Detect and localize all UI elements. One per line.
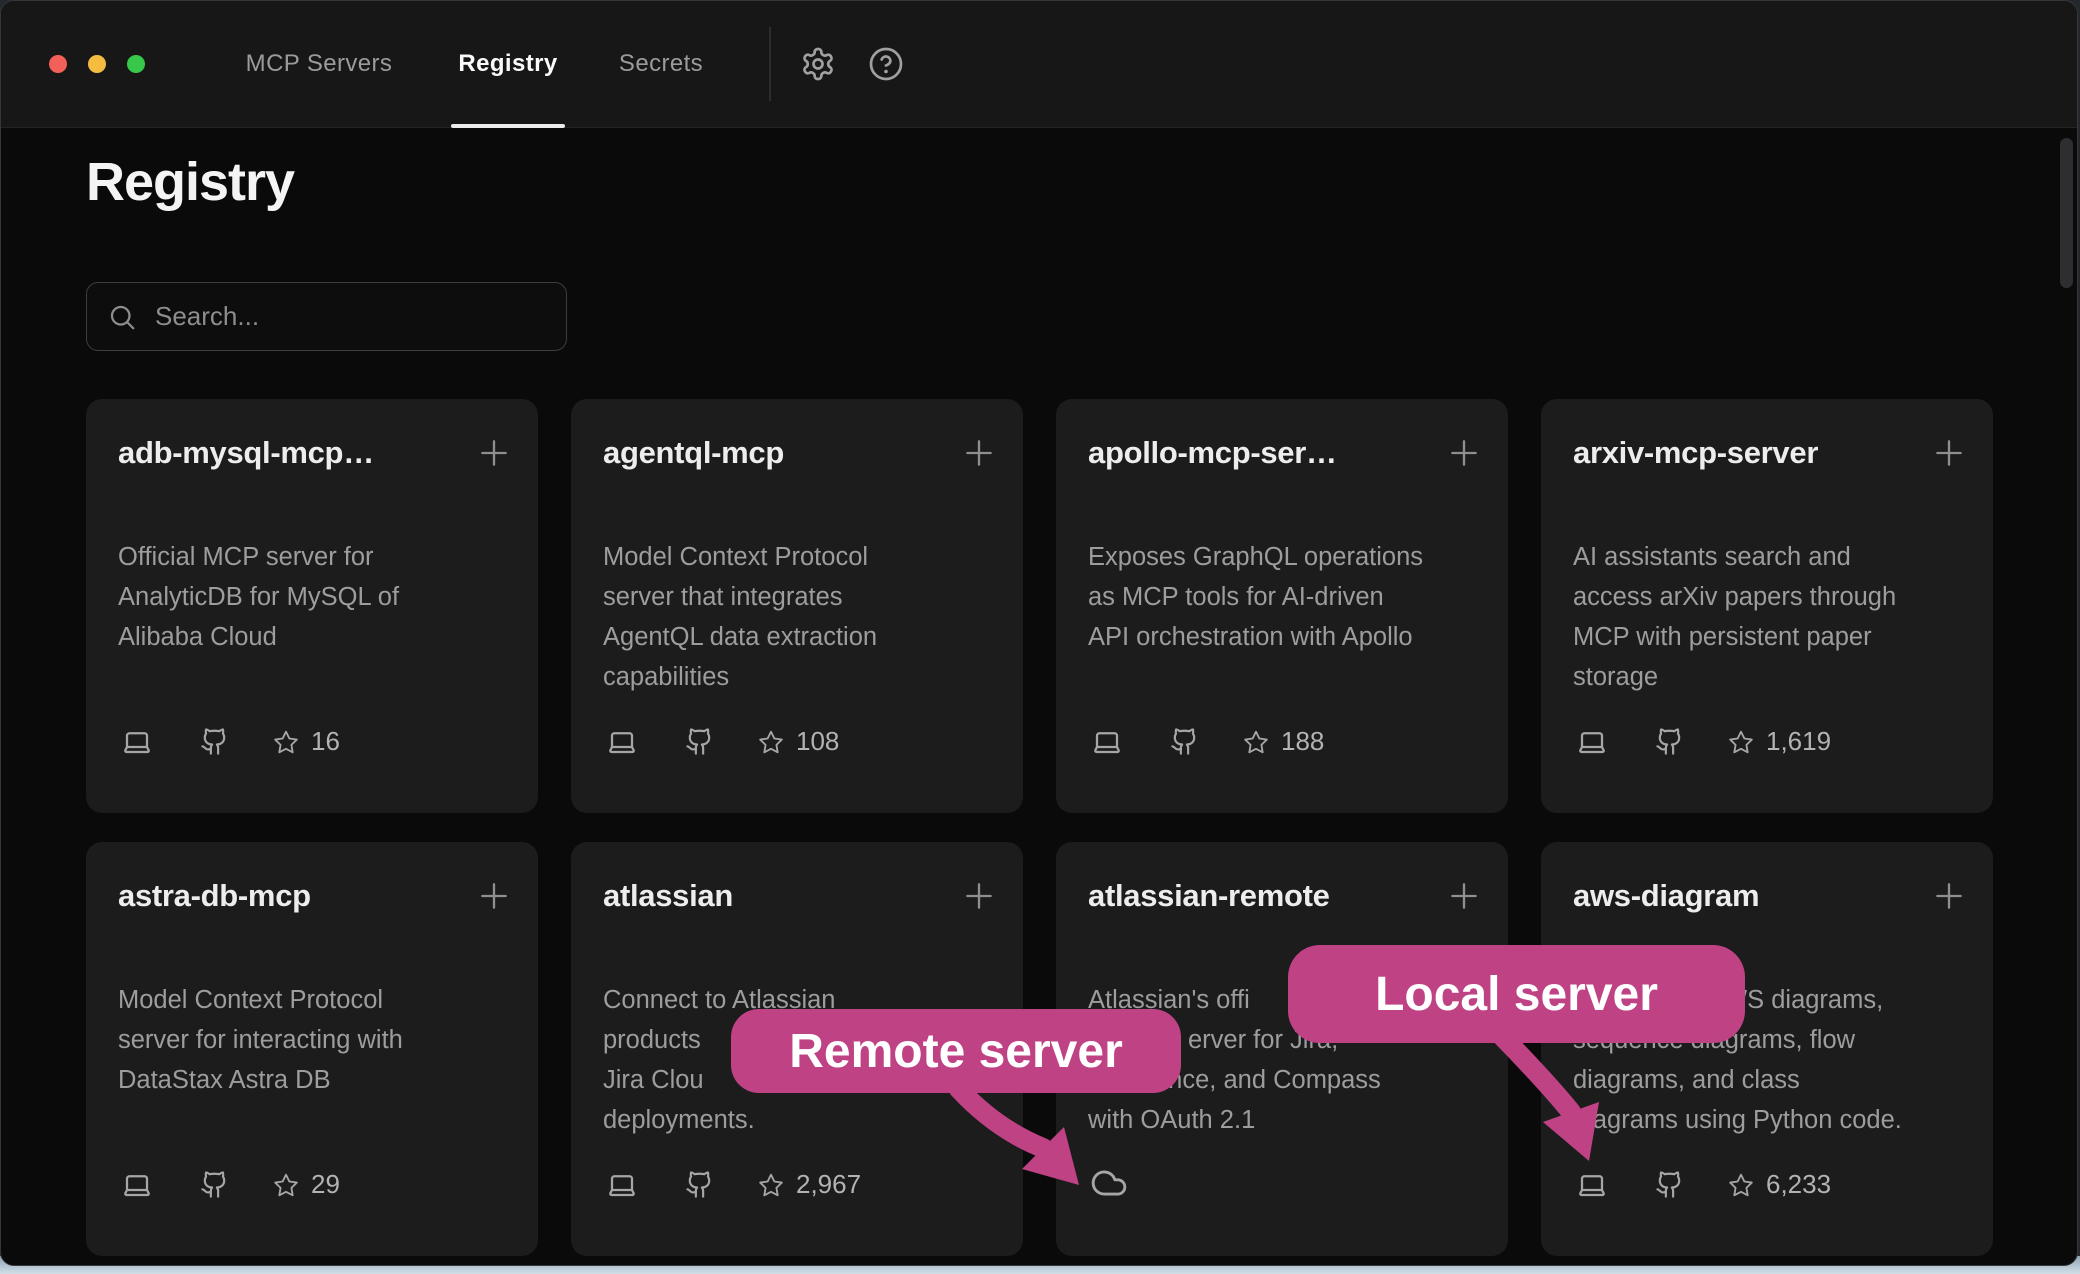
server-card-astra-db-mcp[interactable]: astra-db-mcp Model Context Protocolserve… [86, 842, 538, 1256]
plus-icon [1929, 433, 1969, 473]
plus-icon [474, 876, 514, 916]
gear-icon [800, 46, 836, 82]
star-count: 188 [1281, 726, 1324, 757]
github-icon[interactable] [200, 1170, 229, 1199]
server-name: apollo-mcp-ser… [1088, 435, 1337, 471]
help-button[interactable] [868, 46, 904, 82]
laptop-icon [1577, 727, 1607, 757]
plus-icon [1444, 433, 1484, 473]
cloud-icon [1090, 1164, 1128, 1202]
search-box[interactable] [86, 282, 567, 351]
traffic-light-zoom[interactable] [127, 55, 145, 73]
laptop-icon [1092, 727, 1122, 757]
star-icon [273, 1172, 299, 1198]
server-description: Model Context Protocolserver for interac… [118, 980, 510, 1100]
titlebar: MCP Servers Registry Secrets [1, 1, 2077, 128]
star-icon [1243, 729, 1269, 755]
server-name: aws-diagram [1573, 878, 1759, 914]
plus-icon [474, 433, 514, 473]
server-description: Model Context Protocolserver that integr… [603, 537, 995, 697]
help-icon [868, 46, 904, 82]
server-description: Official MCP server forAnalyticDB for My… [118, 537, 510, 657]
star-count: 6,233 [1766, 1169, 1831, 1200]
server-description: AI assistants search andaccess arXiv pap… [1573, 537, 1965, 697]
server-name: astra-db-mcp [118, 878, 311, 914]
plus-icon [1444, 876, 1484, 916]
add-server-button[interactable] [1929, 876, 1969, 916]
laptop-icon [1577, 1170, 1607, 1200]
active-tab-underline [451, 124, 565, 128]
server-card-aws-diagram[interactable]: aws-diagram AWS diagrams, sequence diagr… [1541, 842, 1993, 1256]
star-count: 16 [311, 726, 340, 757]
server-card-apollo-mcp-server[interactable]: apollo-mcp-ser… Exposes GraphQL operatio… [1056, 399, 1508, 813]
add-server-button[interactable] [1929, 433, 1969, 473]
server-meta: 1,619 [1577, 726, 1831, 757]
github-icon[interactable] [200, 727, 229, 756]
server-card-grid: adb-mysql-mcp… Official MCP server forAn… [86, 399, 1993, 1256]
add-server-button[interactable] [1444, 433, 1484, 473]
local-server-callout: Local server [1288, 945, 1745, 1043]
tab-mcp-servers[interactable]: MCP Servers [246, 1, 393, 127]
laptop-icon [122, 727, 152, 757]
star-icon [758, 729, 784, 755]
server-name: atlassian [603, 878, 733, 914]
add-server-button[interactable] [1444, 876, 1484, 916]
laptop-icon [607, 727, 637, 757]
server-meta: 188 [1092, 726, 1324, 757]
traffic-light-minimize[interactable] [88, 55, 106, 73]
server-meta: 29 [122, 1169, 340, 1200]
server-card-arxiv-mcp-server[interactable]: arxiv-mcp-server AI assistants search an… [1541, 399, 1993, 813]
star-count: 2,967 [796, 1169, 861, 1200]
laptop-icon [122, 1170, 152, 1200]
github-icon[interactable] [685, 1170, 714, 1199]
server-card-agentql-mcp[interactable]: agentql-mcp Model Context Protocolserver… [571, 399, 1023, 813]
server-description: Exposes GraphQL operationsas MCP tools f… [1088, 537, 1480, 657]
tab-registry[interactable]: Registry [458, 1, 557, 127]
star-icon [758, 1172, 784, 1198]
laptop-icon [607, 1170, 637, 1200]
github-icon[interactable] [685, 727, 714, 756]
server-meta: 108 [607, 726, 839, 757]
app-window: MCP Servers Registry Secrets Registry ad… [0, 0, 2078, 1266]
star-count: 29 [311, 1169, 340, 1200]
server-meta: 6,233 [1577, 1169, 1831, 1200]
plus-icon [959, 433, 999, 473]
settings-button[interactable] [800, 46, 836, 82]
server-name: arxiv-mcp-server [1573, 435, 1818, 471]
star-icon [273, 729, 299, 755]
server-name: agentql-mcp [603, 435, 784, 471]
plus-icon [1929, 876, 1969, 916]
server-name: adb-mysql-mcp… [118, 435, 374, 471]
server-card-adb-mysql-mcp[interactable]: adb-mysql-mcp… Official MCP server forAn… [86, 399, 538, 813]
star-icon [1728, 729, 1754, 755]
star-count: 108 [796, 726, 839, 757]
server-meta: 2,967 [607, 1169, 861, 1200]
page-title: Registry [86, 151, 294, 213]
star-icon [1728, 1172, 1754, 1198]
github-icon[interactable] [1655, 727, 1684, 756]
add-server-button[interactable] [474, 876, 514, 916]
search-input[interactable] [153, 300, 546, 333]
traffic-light-close[interactable] [49, 55, 67, 73]
add-server-button[interactable] [474, 433, 514, 473]
titlebar-divider [769, 27, 771, 101]
add-server-button[interactable] [959, 876, 999, 916]
star-count: 1,619 [1766, 726, 1831, 757]
add-server-button[interactable] [959, 433, 999, 473]
server-meta [1090, 1164, 1128, 1202]
search-icon [107, 302, 137, 332]
scrollbar-thumb[interactable] [2060, 138, 2073, 288]
server-name: atlassian-remote [1088, 878, 1330, 914]
server-meta: 16 [122, 726, 340, 757]
plus-icon [959, 876, 999, 916]
remote-server-callout: Remote server [731, 1009, 1181, 1093]
github-icon[interactable] [1655, 1170, 1684, 1199]
github-icon[interactable] [1170, 727, 1199, 756]
tab-secrets[interactable]: Secrets [619, 1, 703, 127]
